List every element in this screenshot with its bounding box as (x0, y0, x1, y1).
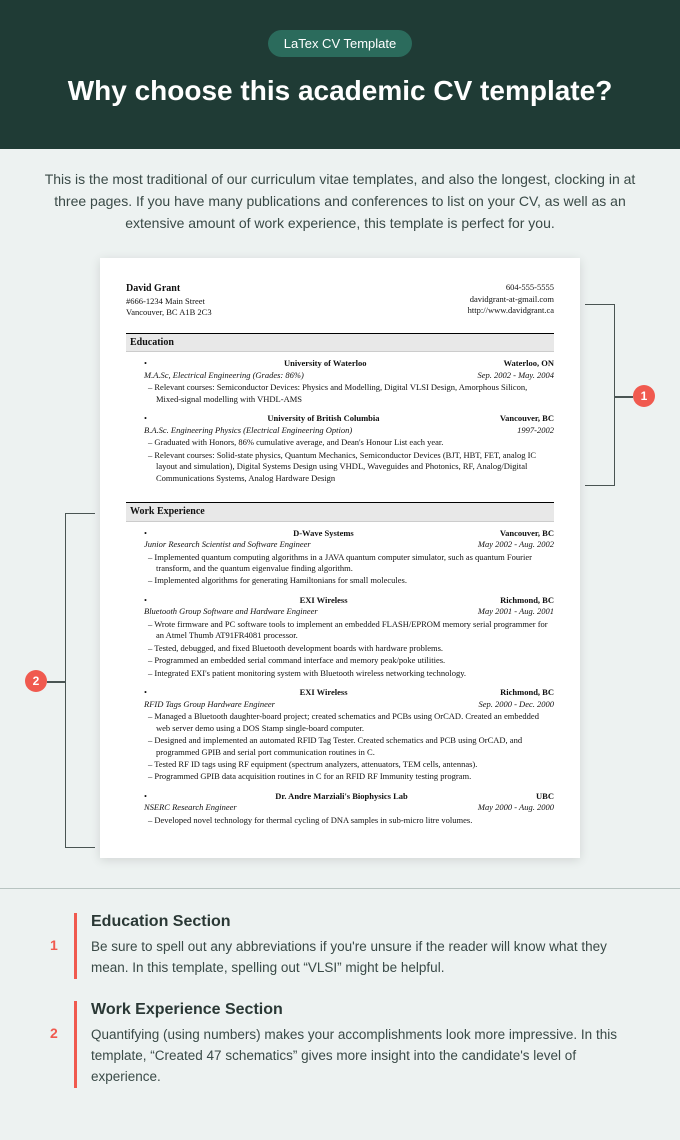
cv-name: David Grant (126, 282, 212, 296)
cv-addr1: #666-1234 Main Street (126, 296, 212, 307)
cv-entry: University of British ColumbiaVancouver,… (126, 413, 554, 484)
bracket-experience (65, 513, 95, 848)
page-title: Why choose this academic CV template? (40, 73, 640, 109)
section-experience: Work Experience (126, 502, 554, 522)
section-education: Education (126, 333, 554, 353)
note-body-2: Quantifying (using numbers) makes your a… (91, 1025, 630, 1088)
cv-entry: University of WaterlooWaterloo, ONM.A.Sc… (126, 358, 554, 405)
note-num-2: 2 (50, 1001, 74, 1088)
divider (0, 888, 680, 889)
note-title-1: Education Section (91, 913, 630, 931)
note-num-1: 1 (50, 913, 74, 979)
note-bar (74, 913, 77, 979)
callout-circle-1: 1 (633, 385, 655, 407)
cv-addr2: Vancouver, BC A1B 2C3 (126, 307, 212, 318)
cv-phone: 604-555-5555 (468, 282, 554, 293)
bracket-education (585, 304, 615, 486)
cv-entry: Dr. Andre Marziali's Biophysics LabUBCNS… (126, 791, 554, 826)
connector-1 (615, 396, 633, 398)
note-bar (74, 1001, 77, 1088)
notes: 1 Education Section Be sure to spell out… (0, 913, 680, 1140)
note-2: 2 Work Experience Section Quantifying (u… (50, 1001, 630, 1088)
header: LaTex CV Template Why choose this academ… (0, 0, 680, 149)
cv-preview: 1 2 David Grant #666-1234 Main Street Va… (0, 258, 680, 888)
note-title-2: Work Experience Section (91, 1001, 630, 1019)
intro-text: This is the most traditional of our curr… (0, 149, 680, 258)
template-badge: LaTex CV Template (268, 30, 413, 57)
cv-entry: EXI WirelessRichmond, BCRFID Tags Group … (126, 687, 554, 783)
cv-email: davidgrant-at-gmail.com (468, 294, 554, 305)
note-body-1: Be sure to spell out any abbreviations i… (91, 937, 630, 979)
callout-circle-2: 2 (25, 670, 47, 692)
cv-web: http://www.davidgrant.ca (468, 305, 554, 316)
connector-2 (47, 681, 65, 683)
cv-entry: D-Wave SystemsVancouver, BCJunior Resear… (126, 528, 554, 587)
note-1: 1 Education Section Be sure to spell out… (50, 913, 630, 979)
cv-document: David Grant #666-1234 Main Street Vancou… (100, 258, 580, 858)
cv-entry: EXI WirelessRichmond, BCBluetooth Group … (126, 595, 554, 679)
